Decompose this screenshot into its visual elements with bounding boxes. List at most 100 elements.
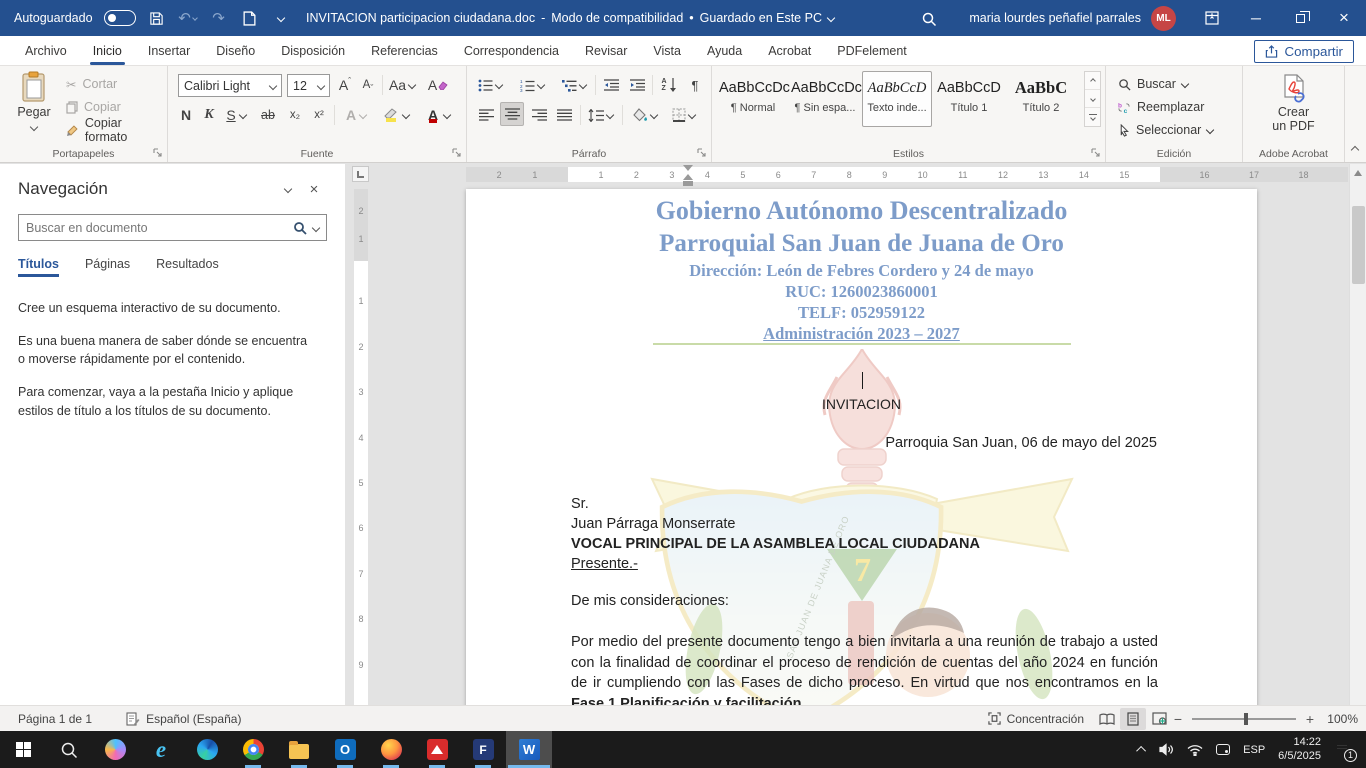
outlook-button[interactable]: O [322,731,368,768]
tab-acrobat[interactable]: Acrobat [755,36,824,65]
numbering-button[interactable]: 123 [517,74,547,96]
greeting-line[interactable]: De mis consideraciones: [571,593,729,609]
styles-scroll-up-icon[interactable] [1085,72,1100,90]
tab-diseno[interactable]: Diseño [203,36,268,65]
create-pdf-button[interactable]: Crear un PDF [1243,73,1344,133]
autosave-toggle[interactable] [104,10,136,26]
strikethrough-button[interactable]: ab [256,104,280,126]
focus-mode-button[interactable]: Concentración [978,712,1094,726]
underline-button[interactable]: S [221,104,251,126]
nav-tab-titulos[interactable]: Títulos [18,257,59,277]
language-indicator[interactable]: ESP [1243,744,1265,756]
style-texto-independiente[interactable]: AaBbCcD Texto inde... [862,71,932,127]
zoom-in-button[interactable]: + [1304,711,1316,727]
vertical-ruler[interactable]: 21 123456789 [354,189,368,705]
zoom-level[interactable]: 100% [1316,712,1358,726]
clock[interactable]: 14:22 6/5/2025 [1278,736,1321,764]
font-family-select[interactable]: Calibri Light [178,74,282,97]
clear-formatting-button[interactable]: A [424,74,452,96]
scroll-up-icon[interactable] [1350,164,1366,181]
nav-tab-resultados[interactable]: Resultados [156,257,219,277]
collapse-ribbon-icon[interactable] [1352,142,1358,156]
navigation-search-input[interactable] [26,221,287,235]
left-indent-marker[interactable] [683,181,693,186]
align-center-button[interactable] [500,102,524,126]
tab-stop-selector[interactable] [352,166,369,182]
avatar[interactable]: ML [1151,6,1176,31]
portapapeles-dialog-launcher-icon[interactable] [153,148,163,158]
line-spacing-button[interactable] [584,104,616,126]
navigation-collapse-icon[interactable] [275,178,301,200]
style-titulo-1[interactable]: AaBbCcD Título 1 [934,71,1004,127]
notification-center-button[interactable]: 1 [1334,741,1354,759]
tab-revisar[interactable]: Revisar [572,36,640,65]
cut-button[interactable]: ✂ Cortar [66,74,117,94]
save-icon[interactable] [147,6,167,30]
styles-more-icon[interactable] [1085,108,1100,126]
tab-vista[interactable]: Vista [640,36,694,65]
document-page[interactable]: 7 SAN JUAN DE JUANA DE ORO Gobierno Autó… [466,189,1257,705]
sort-button[interactable]: AZ [655,74,683,96]
styles-scroll-down-icon[interactable] [1085,90,1100,108]
multilevel-list-button[interactable] [559,74,589,96]
tab-ayuda[interactable]: Ayuda [694,36,755,65]
paste-button[interactable]: Pegar [8,71,60,133]
print-layout-button[interactable] [1120,708,1146,730]
grow-font-button[interactable]: Aˆ [334,74,356,96]
start-button[interactable] [0,731,46,768]
zoom-slider[interactable] [1192,718,1296,720]
tab-archivo[interactable]: Archivo [12,36,80,65]
internet-explorer-button[interactable]: e [138,731,184,768]
volume-icon[interactable] [1159,743,1174,756]
tab-pdfelement[interactable]: PDFelement [824,36,919,65]
align-right-button[interactable] [528,104,550,126]
scrollbar-thumb[interactable] [1352,206,1365,284]
nav-tab-paginas[interactable]: Páginas [85,257,130,277]
subscript-button[interactable]: x₂ [284,104,306,126]
edge-button[interactable] [184,731,230,768]
estilos-dialog-launcher-icon[interactable] [1091,148,1101,158]
decrease-indent-button[interactable] [599,74,623,96]
copilot-button[interactable] [92,731,138,768]
tab-referencias[interactable]: Referencias [358,36,451,65]
close-button[interactable]: × [1322,0,1366,36]
invitation-title[interactable]: INVITACION [466,396,1257,412]
read-mode-button[interactable] [1094,708,1120,730]
highlight-button[interactable] [377,104,415,126]
style-sin-espaciado[interactable]: AaBbCcDc ¶ Sin espa... [790,71,860,127]
shrink-font-button[interactable]: Aˇ [357,74,379,96]
bullets-button[interactable] [475,74,505,96]
copy-button[interactable]: Copiar [66,97,121,117]
share-button[interactable]: Compartir [1254,40,1354,63]
zoom-slider-thumb[interactable] [1244,713,1248,725]
bold-button[interactable]: N [176,104,196,126]
ribbon-display-options-icon[interactable] [1190,0,1234,36]
minimize-button[interactable]: ─ [1234,0,1278,36]
borders-button[interactable] [666,104,700,126]
change-case-button[interactable]: Aa [386,74,418,96]
addressee-block[interactable]: Sr. Juan Párraga Monserrate VOCAL PRINCI… [571,494,980,574]
taskbar-search-button[interactable] [46,731,92,768]
tab-insertar[interactable]: Insertar [135,36,203,65]
hanging-indent-marker[interactable] [683,174,693,180]
nav-search-icon[interactable] [293,221,307,235]
increase-indent-button[interactable] [625,74,649,96]
shading-button[interactable] [627,104,661,126]
font-color-button[interactable]: A [420,104,456,126]
saved-location-chevron-icon[interactable] [827,14,835,22]
fuente-dialog-launcher-icon[interactable] [452,148,462,158]
tab-disposicion[interactable]: Disposición [268,36,358,65]
show-marks-button[interactable]: ¶ [685,74,705,96]
style-titulo-2[interactable]: AaBbC Título 2 [1006,71,1076,127]
page-indicator[interactable]: Página 1 de 1 [8,706,102,731]
tab-inicio[interactable]: Inicio [80,36,135,65]
tray-expand-icon[interactable] [1136,746,1146,756]
pdfelement-button[interactable]: F [460,731,506,768]
zoom-out-button[interactable]: − [1172,711,1184,727]
first-line-indent-marker[interactable] [683,165,693,171]
select-button[interactable]: Seleccionar [1118,120,1213,140]
find-button[interactable]: Buscar [1118,74,1188,94]
navigation-close-icon[interactable]: × [301,178,327,200]
web-layout-button[interactable] [1146,708,1172,730]
user-name[interactable]: maria lourdes peñafiel parrales [969,11,1141,25]
